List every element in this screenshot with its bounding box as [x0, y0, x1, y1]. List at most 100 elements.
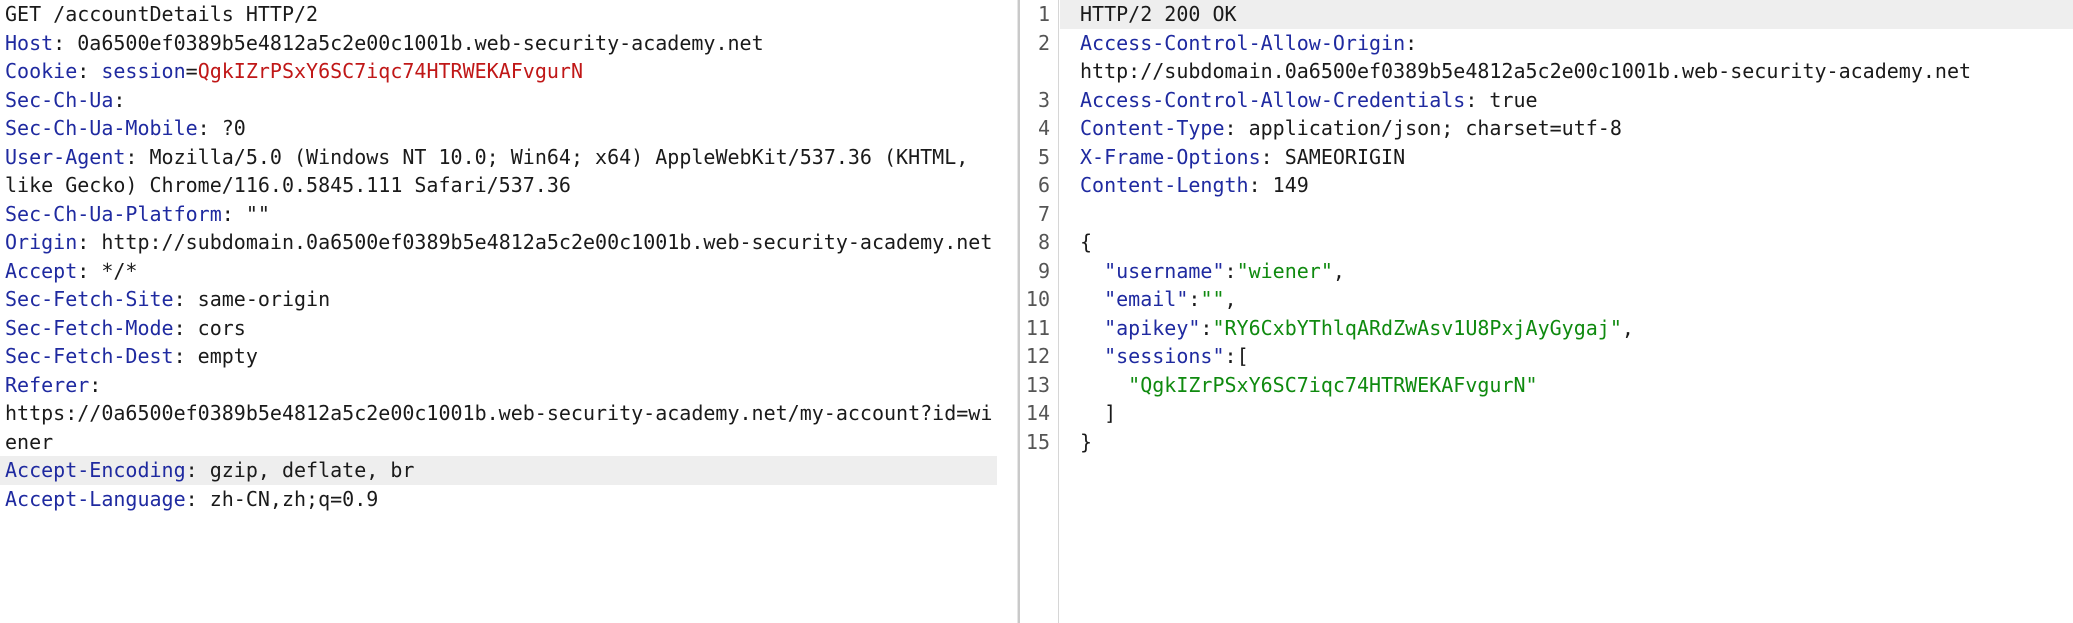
header-name: Host: [5, 30, 54, 55]
header-name: Sec-Fetch-Site: [5, 287, 174, 311]
header-name: Access-Control-Allow-Origin: [1080, 30, 1406, 55]
json-string: "": [1200, 287, 1225, 311]
header-value: http://subdomain.0a6500ef0389b5e4812a5c2…: [101, 230, 993, 254]
blank-line[interactable]: [1060, 200, 2073, 229]
request-line[interactable]: GET /accountDetails HTTP/2: [0, 0, 1017, 29]
status-line[interactable]: HTTP/2 200 OK: [1060, 0, 2073, 29]
header-value-continuation: http://subdomain.0a6500ef0389b5e4812a5c2…: [1080, 59, 1972, 83]
line-number: 15: [1025, 429, 1050, 454]
header-acao-continuation[interactable]: http://subdomain.0a6500ef0389b5e4812a5c2…: [1060, 57, 2073, 86]
header-cookie[interactable]: Cookie: session=QgkIZrPSxY6SC7iqc74HTRWE…: [0, 57, 1017, 86]
line-number: 8: [1037, 230, 1050, 254]
header-x-frame-options[interactable]: X-Frame-Options: SAMEORIGIN: [1060, 143, 2073, 172]
json-username[interactable]: "username":"wiener",: [1060, 257, 2073, 286]
header-accept[interactable]: Accept: */*: [0, 257, 1017, 286]
line-number: 2: [1037, 30, 1050, 55]
header-user-agent[interactable]: User-Agent: Mozilla/5.0 (Windows NT 10.0…: [0, 143, 1017, 172]
json-email[interactable]: "email":"",: [1060, 285, 2073, 314]
header-value: 149: [1272, 173, 1309, 197]
header-value: 0a6500ef0389b5e4812a5c2e00c1001b.web-sec…: [77, 30, 764, 55]
request-line-text: GET /accountDetails HTTP/2: [5, 2, 319, 26]
header-value: "": [245, 201, 270, 226]
json-string: "wiener": [1236, 258, 1333, 283]
header-name: Sec-Fetch-Dest: [5, 344, 174, 368]
header-sec-fetch-site[interactable]: Sec-Fetch-Site: same-origin: [0, 285, 1017, 314]
status-line-text: HTTP/2 200 OK: [1080, 2, 1237, 26]
line-number: 5: [1037, 144, 1050, 169]
header-accept-language[interactable]: Accept-Language: zh-CN,zh;q=0.9: [0, 485, 1017, 514]
header-name: Referer: [5, 372, 90, 397]
header-referer[interactable]: Referer:: [0, 371, 1017, 400]
header-name: Sec-Ch-Ua-Platform: [5, 201, 222, 226]
response-viewer-pane[interactable]: 1 2 3 4 5 6 7 8 9 10 11 12 13 14 15 HTTP…: [1020, 0, 2073, 623]
json-key: "username": [1104, 258, 1225, 283]
header-acao[interactable]: Access-Control-Allow-Origin:: [1060, 29, 2073, 58]
header-value: same-origin: [197, 287, 331, 311]
header-value: application/json; charset=utf-8: [1248, 116, 1622, 140]
header-name: Origin: [5, 230, 78, 254]
header-name: Sec-Ch-Ua: [5, 87, 114, 112]
request-editor-pane[interactable]: GET /accountDetails HTTP/2 Host: 0a6500e…: [0, 0, 1017, 623]
line-number: 14: [1025, 401, 1050, 425]
line-number-gutter: 1 2 3 4 5 6 7 8 9 10 11 12 13 14 15: [1020, 0, 1059, 623]
header-referer-continuation[interactable]: https://0a6500ef0389b5e4812a5c2e00c1001b…: [0, 399, 1017, 428]
header-name: Sec-Ch-Ua-Mobile: [5, 116, 198, 140]
header-sec-ch-ua-platform[interactable]: Sec-Ch-Ua-Platform: "": [0, 200, 1017, 229]
header-name: X-Frame-Options: [1080, 144, 1261, 169]
header-name: Cookie: [5, 59, 78, 83]
header-name: Access-Control-Allow-Credentials: [1080, 87, 1466, 112]
header-content-type[interactable]: Content-Type: application/json; charset=…: [1060, 114, 2073, 143]
header-sec-ch-ua[interactable]: Sec-Ch-Ua:: [0, 86, 1017, 115]
json-key: "email": [1104, 287, 1189, 311]
header-sec-fetch-dest[interactable]: Sec-Fetch-Dest: empty: [0, 342, 1017, 371]
cookie-name: session: [101, 59, 186, 83]
header-value: SAMEORIGIN: [1284, 144, 1406, 169]
line-number: 6: [1037, 173, 1050, 197]
header-value: zh-CN,zh;q=0.9: [209, 486, 379, 511]
header-value-continuation: https://0a6500ef0389b5e4812a5c2e00c1001b…: [5, 401, 993, 425]
header-sec-fetch-mode[interactable]: Sec-Fetch-Mode: cors: [0, 314, 1017, 343]
line-number: 11: [1025, 315, 1050, 340]
line-number: 4: [1037, 116, 1050, 140]
header-value: cors: [197, 315, 246, 340]
json-open-brace[interactable]: {: [1060, 228, 2073, 257]
header-value: Mozilla/5.0 (Windows NT 10.0; Win64; x64…: [149, 144, 969, 169]
header-value: empty: [197, 344, 258, 368]
json-string: "RY6CxbYThlqARdZwAsv1U8PxjAyGygaj": [1212, 315, 1622, 340]
header-name: Content-Type: [1080, 116, 1225, 140]
header-value-continuation: ener: [5, 429, 54, 454]
header-sec-ch-ua-mobile[interactable]: Sec-Ch-Ua-Mobile: ?0: [0, 114, 1017, 143]
header-value: gzip, deflate, br: [209, 458, 415, 482]
header-value: true: [1489, 87, 1538, 112]
header-value: */*: [101, 258, 138, 283]
header-referer-continuation-2[interactable]: ener: [0, 428, 1017, 457]
header-value-continuation: like Gecko) Chrome/116.0.5845.111 Safari…: [5, 173, 571, 197]
line-number: 13: [1025, 372, 1050, 397]
header-acac[interactable]: Access-Control-Allow-Credentials: true: [1060, 86, 2073, 115]
json-close-brace[interactable]: }: [1060, 428, 2073, 457]
line-number: 1: [1037, 2, 1050, 26]
line-number: 12: [1025, 344, 1050, 368]
header-host[interactable]: Host: 0a6500ef0389b5e4812a5c2e00c1001b.w…: [0, 29, 1017, 58]
json-apikey[interactable]: "apikey":"RY6CxbYThlqARdZwAsv1U8PxjAyGyg…: [1060, 314, 2073, 343]
header-name: Content-Length: [1080, 173, 1249, 197]
json-session-item[interactable]: "QgkIZrPSxY6SC7iqc74HTRWEKAFvgurN": [1060, 371, 2073, 400]
header-name: Accept: [5, 258, 78, 283]
json-key: "sessions": [1104, 344, 1225, 368]
header-name: Accept-Encoding: [5, 458, 186, 482]
line-number: 10: [1025, 287, 1050, 311]
header-value: ?0: [221, 116, 246, 140]
json-sessions[interactable]: "sessions":[: [1060, 342, 2073, 371]
header-origin[interactable]: Origin: http://subdomain.0a6500ef0389b5e…: [0, 228, 1017, 257]
json-sessions-close[interactable]: ]: [1060, 399, 2073, 428]
header-user-agent-continuation[interactable]: like Gecko) Chrome/116.0.5845.111 Safari…: [0, 171, 1017, 200]
line-number: 3: [1037, 87, 1050, 112]
header-content-length[interactable]: Content-Length: 149: [1060, 171, 2073, 200]
response-text[interactable]: HTTP/2 200 OK Access-Control-Allow-Origi…: [1060, 0, 2073, 456]
json-string: "QgkIZrPSxY6SC7iqc74HTRWEKAFvgurN": [1128, 372, 1538, 397]
json-key: "apikey": [1104, 315, 1201, 340]
header-accept-encoding[interactable]: Accept-Encoding: gzip, deflate, br: [0, 456, 997, 485]
line-number: 9: [1037, 258, 1050, 283]
line-number: 7: [1037, 201, 1050, 226]
header-name: User-Agent: [5, 144, 126, 169]
